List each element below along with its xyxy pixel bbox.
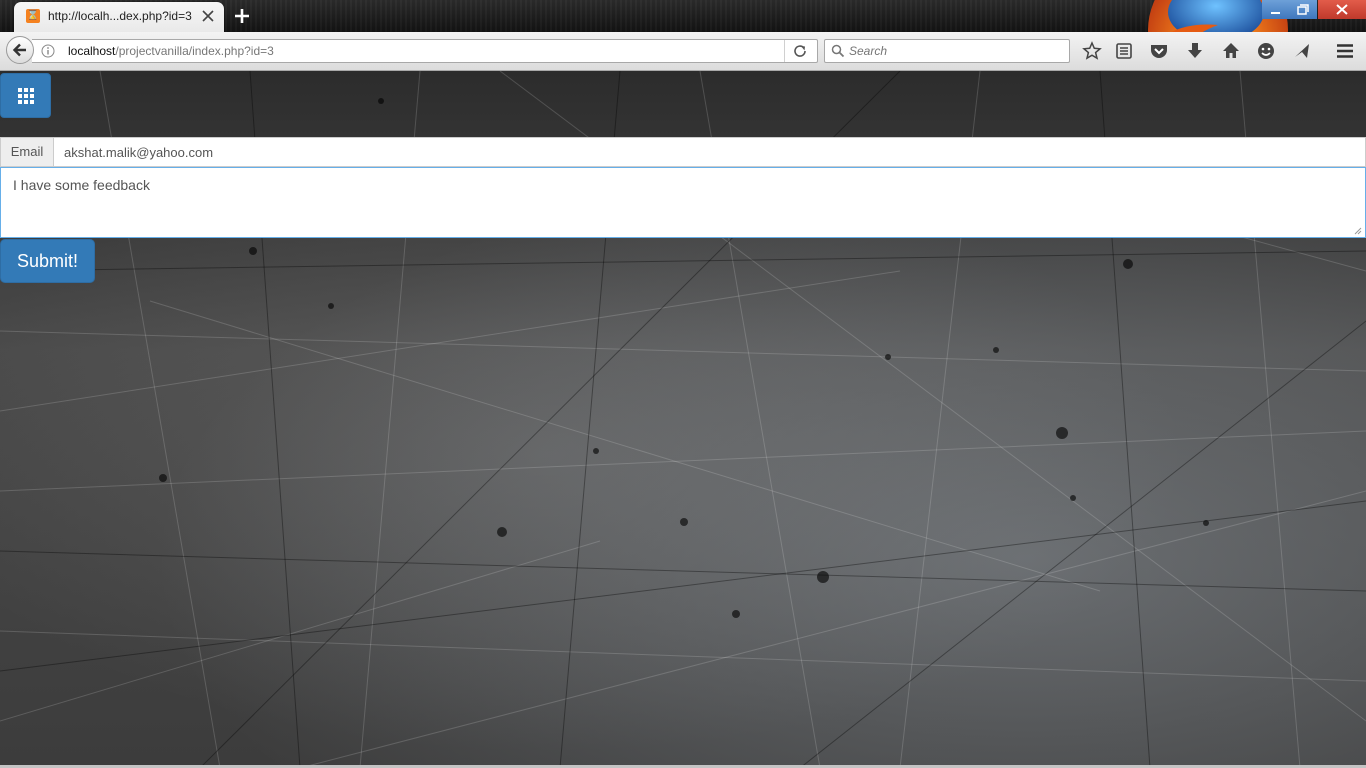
hello-icon[interactable] bbox=[1256, 41, 1276, 61]
resize-grip-icon[interactable] bbox=[1352, 225, 1362, 235]
url-text[interactable]: localhost/projectvanilla/index.php?id=3 bbox=[68, 44, 274, 58]
feedback-textarea[interactable]: I have some feedback bbox=[0, 167, 1366, 238]
share-icon[interactable] bbox=[1292, 41, 1312, 61]
bookmark-star-icon[interactable] bbox=[1082, 41, 1102, 61]
close-icon bbox=[1336, 4, 1348, 15]
back-button[interactable] bbox=[6, 36, 34, 64]
grid-icon bbox=[18, 88, 34, 104]
url-bar[interactable]: localhost/projectvanilla/index.php?id=3 bbox=[32, 39, 818, 63]
pocket-icon[interactable] bbox=[1149, 41, 1169, 61]
new-tab-icon[interactable] bbox=[232, 6, 252, 26]
close-tab-icon[interactable] bbox=[200, 8, 216, 24]
email-label: Email bbox=[0, 137, 54, 167]
browser-tab[interactable]: ⌛ http://localh...dex.php?id=3 bbox=[14, 2, 224, 32]
submit-button[interactable]: Submit! bbox=[0, 239, 95, 283]
navigation-toolbar: localhost/projectvanilla/index.php?id=3 bbox=[0, 32, 1366, 71]
minimize-icon bbox=[1271, 12, 1280, 14]
search-icon bbox=[831, 44, 845, 58]
search-input[interactable] bbox=[849, 42, 1059, 60]
browser-titlebar: ⌛ http://localh...dex.php?id=3 bbox=[0, 0, 1366, 70]
minimize-button[interactable] bbox=[1262, 0, 1289, 19]
restore-button[interactable] bbox=[1289, 0, 1317, 19]
reload-icon bbox=[794, 45, 806, 57]
restore-icon bbox=[1297, 4, 1309, 15]
reading-list-icon[interactable] bbox=[1114, 41, 1134, 61]
search-bar[interactable] bbox=[824, 39, 1070, 63]
download-icon[interactable] bbox=[1185, 41, 1205, 61]
hamburger-menu-icon[interactable] bbox=[1335, 41, 1355, 61]
url-host: localhost bbox=[68, 44, 116, 58]
app-menu-button[interactable] bbox=[0, 73, 51, 118]
back-arrow-icon bbox=[12, 43, 26, 57]
tab-title: http://localh...dex.php?id=3 bbox=[48, 9, 192, 23]
reload-button[interactable] bbox=[784, 40, 817, 62]
xampp-icon: ⌛ bbox=[26, 9, 40, 23]
email-field[interactable] bbox=[53, 137, 1366, 167]
info-icon[interactable] bbox=[41, 44, 55, 58]
email-input-group: Email bbox=[0, 137, 1366, 167]
home-icon[interactable] bbox=[1221, 41, 1241, 61]
page-content: Email I have some feedback Submit! bbox=[0, 71, 1366, 768]
url-path: /projectvanilla/index.php?id=3 bbox=[115, 44, 274, 58]
close-window-button[interactable] bbox=[1318, 0, 1366, 19]
